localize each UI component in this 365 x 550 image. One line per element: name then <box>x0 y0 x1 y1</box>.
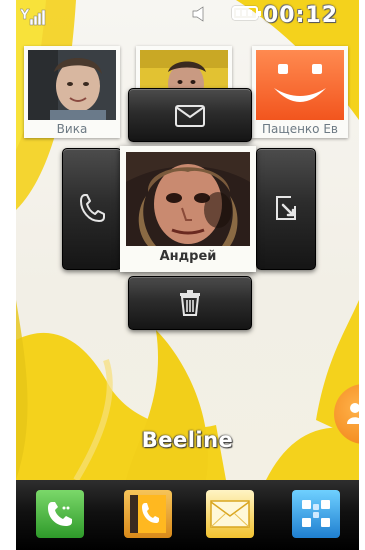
edit-icon <box>276 196 296 220</box>
smiley-avatar <box>256 50 344 120</box>
dialer-button[interactable] <box>36 490 84 538</box>
contact-tile-vika[interactable]: Вика <box>24 46 120 138</box>
menu-button[interactable] <box>292 490 340 538</box>
phonebook-button[interactable] <box>124 490 172 538</box>
messages-icon <box>210 500 250 528</box>
send-message-button[interactable] <box>128 88 252 142</box>
menu-icon <box>302 500 330 527</box>
phone-icon <box>80 194 105 222</box>
operator-name: Beeline <box>141 428 234 452</box>
delete-contact-button[interactable] <box>128 276 252 330</box>
svg-text:Y: Y <box>20 8 30 23</box>
contact-photo <box>126 152 250 246</box>
edit-contact-button[interactable] <box>256 148 316 270</box>
envelope-icon <box>175 105 205 127</box>
contact-name: Пащенко Ев <box>262 122 338 136</box>
clock: 00:12 <box>263 3 339 28</box>
speaker-icon <box>192 6 204 22</box>
signal-bars-icon: Y <box>20 8 46 26</box>
trash-icon <box>180 290 200 316</box>
battery-icon <box>232 6 261 20</box>
call-button[interactable] <box>62 148 122 270</box>
contact-name: Вика <box>56 122 88 136</box>
messages-button[interactable] <box>206 490 254 538</box>
dialer-icon <box>48 502 72 526</box>
phone-screen: Y 00:12 Вика Пащенко Ев Андрей Beeline <box>16 0 359 550</box>
selected-contact-name: Андрей <box>159 249 217 264</box>
phonebook-icon <box>130 495 166 533</box>
dock <box>16 480 359 550</box>
status-bar: Y 00:12 <box>16 0 359 30</box>
person-icon <box>347 403 359 424</box>
selected-contact-card[interactable]: Андрей <box>120 146 256 272</box>
contact-photo <box>28 50 116 120</box>
contact-tile-paschenko[interactable]: Пащенко Ев <box>252 46 348 138</box>
